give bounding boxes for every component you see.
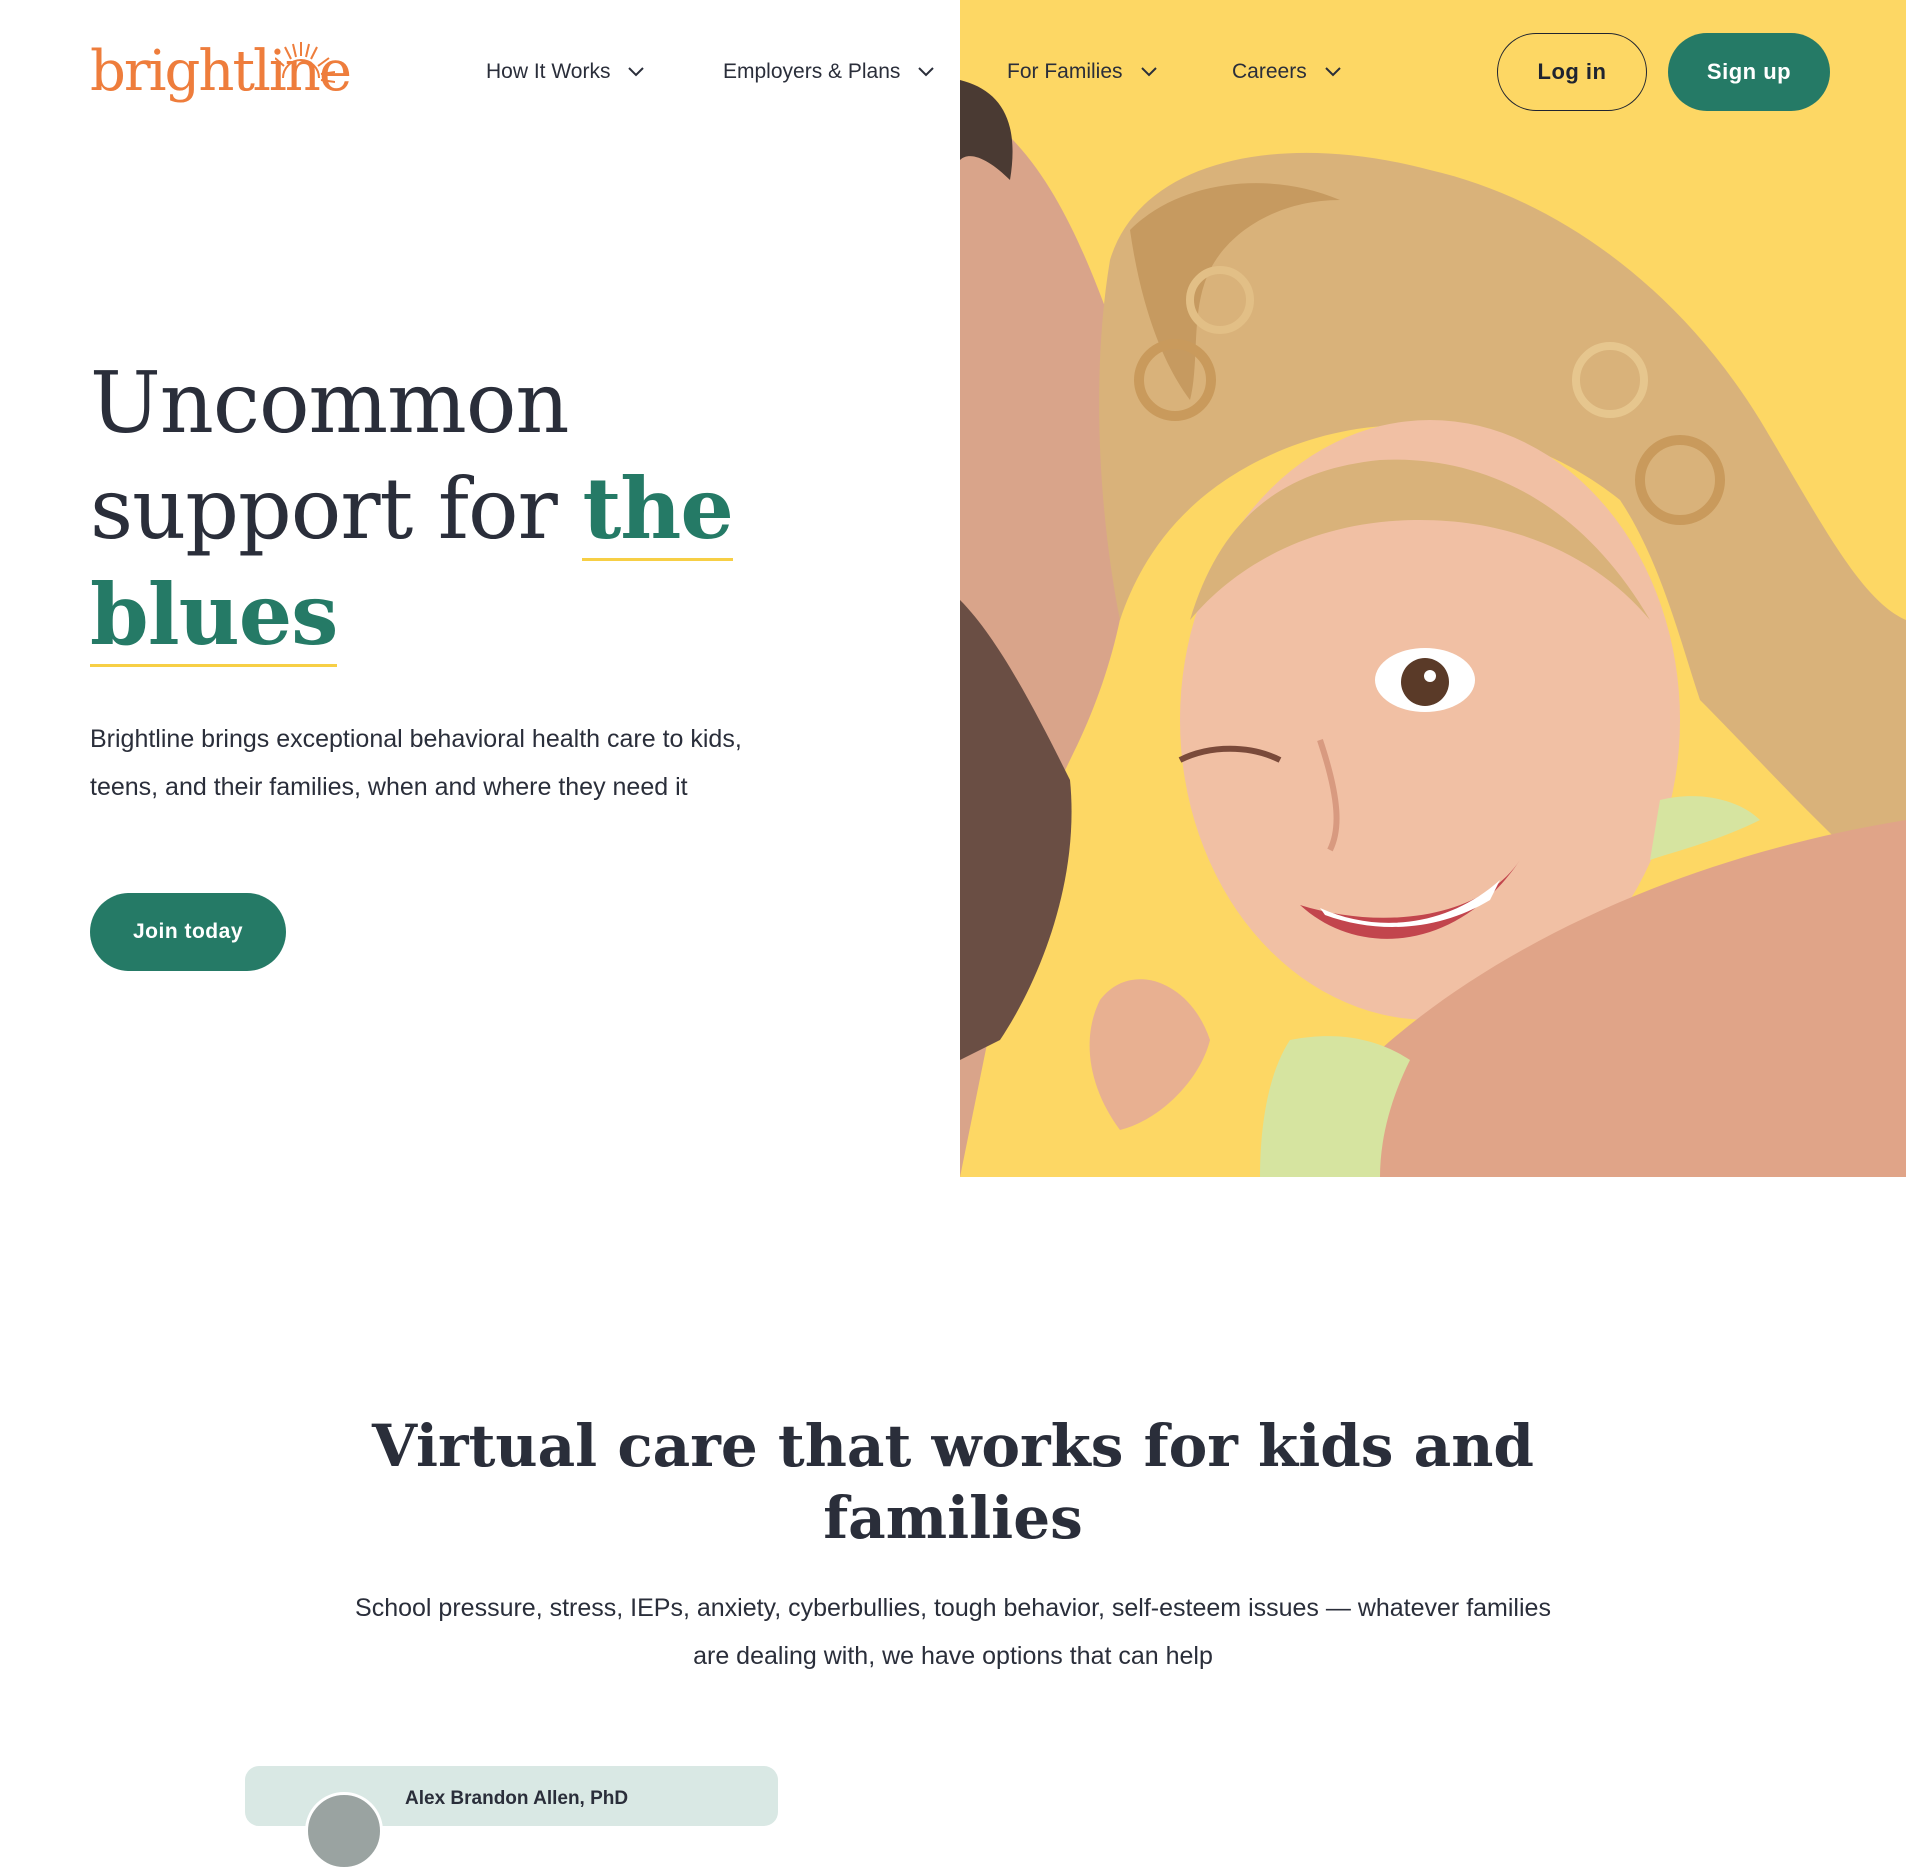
avatar (305, 1792, 383, 1870)
section-title: Virtual care that works for kids and fam… (372, 1412, 1534, 1552)
hero-subtext: Brightline brings exceptional behavioral… (90, 725, 742, 801)
hero-photo (960, 0, 1906, 1177)
join-today-button[interactable]: Join today (90, 893, 286, 971)
nav-for-families[interactable]: For Families (1007, 54, 1157, 90)
headline-line-1: Uncommon (90, 354, 569, 452)
clinician-card[interactable]: Alex Brandon Allen, PhD (245, 1766, 778, 1870)
headline-line-2: support for (90, 460, 583, 558)
sun-icon (275, 42, 335, 83)
chevron-down-icon (918, 67, 935, 77)
nav-careers-label: Careers (1232, 60, 1307, 83)
nav-how-it-works[interactable]: How It Works (486, 54, 645, 90)
login-button[interactable]: Log in (1497, 33, 1647, 111)
hero-headline: Uncommon support for the blues (90, 350, 850, 668)
headline-accent-blues: blues (90, 565, 338, 667)
section-subtitle: School pressure, stress, IEPs, anxiety, … (355, 1594, 1551, 1670)
nav-for-families-label: For Families (1007, 60, 1123, 83)
headline-accent-the: the (582, 459, 734, 561)
chevron-down-icon (1324, 67, 1341, 77)
nav-employers-plans-label: Employers & Plans (723, 60, 901, 83)
top-nav: brightline How It Works Employers & Plan… (0, 0, 1906, 142)
signup-button[interactable]: Sign up (1668, 33, 1830, 111)
clinician-name: Alex Brandon Allen, PhD (405, 1788, 629, 1809)
nav-how-it-works-label: How It Works (486, 60, 611, 83)
chevron-down-icon (1140, 67, 1157, 77)
brightline-logo[interactable]: brightline (90, 36, 352, 106)
nav-employers-plans[interactable]: Employers & Plans (723, 54, 935, 90)
nav-careers[interactable]: Careers (1232, 54, 1341, 90)
chevron-down-icon (628, 67, 645, 77)
